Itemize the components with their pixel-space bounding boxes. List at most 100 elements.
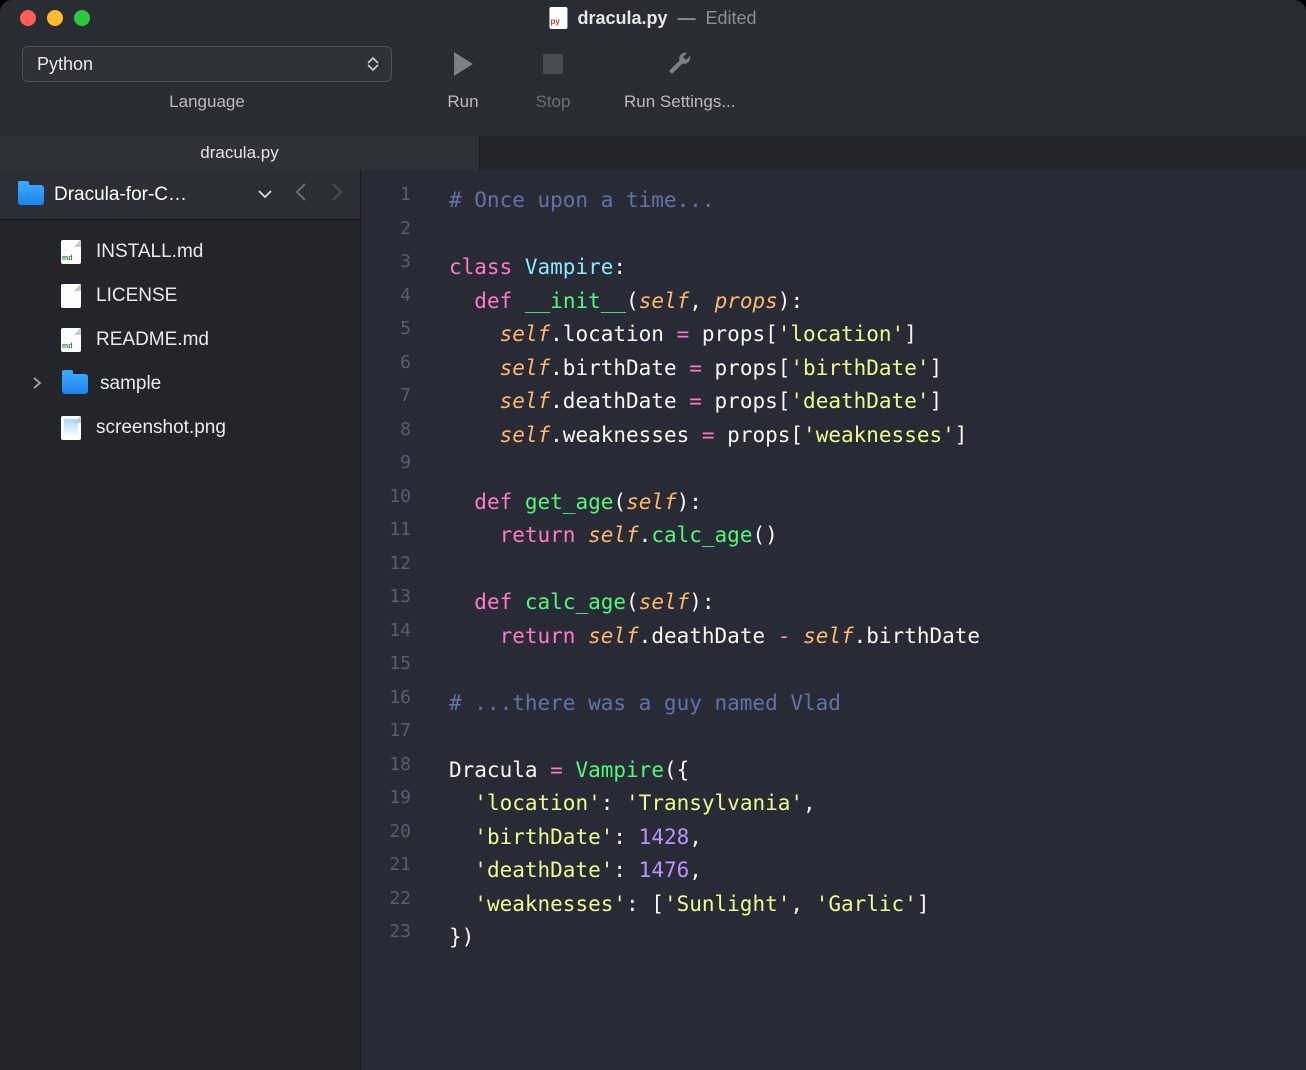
line-number: 14: [361, 620, 427, 654]
tree-file[interactable]: INSTALL.md: [0, 230, 360, 274]
code-line[interactable]: class Vampire:: [449, 251, 1306, 285]
code-line[interactable]: }): [449, 921, 1306, 955]
file-tree: INSTALL.md LICENSE README.md sample screensh…: [0, 220, 360, 460]
tree-item-label: LICENSE: [96, 285, 177, 307]
stop-icon: [541, 52, 565, 76]
stop-button[interactable]: [534, 46, 572, 82]
code-line[interactable]: return self.deathDate - self.birthDate: [449, 620, 1306, 654]
run-settings-group: Run Settings...: [624, 46, 736, 112]
chevron-down-icon[interactable]: [252, 186, 278, 204]
line-number: 15: [361, 653, 427, 687]
line-number: 9: [361, 452, 427, 486]
file-icon: [58, 416, 84, 440]
python-file-icon: [549, 7, 567, 29]
code-line[interactable]: 'location': 'Transylvania',: [449, 787, 1306, 821]
chevron-up-down-icon: [367, 57, 379, 71]
code-line[interactable]: self.deathDate = props['deathDate']: [449, 385, 1306, 419]
language-select[interactable]: Python: [22, 46, 392, 82]
code-line[interactable]: self.location = props['location']: [449, 318, 1306, 352]
tab-dracula-py[interactable]: dracula.py: [0, 136, 480, 170]
code-line[interactable]: Dracula = Vampire({: [449, 754, 1306, 788]
line-number: 12: [361, 553, 427, 587]
tree-folder[interactable]: sample: [0, 362, 360, 406]
file-icon: [58, 284, 84, 308]
code-line[interactable]: [449, 218, 1306, 252]
toolbar: Python Language Run Stop Ru: [0, 36, 1306, 136]
code-line[interactable]: return self.calc_age(): [449, 519, 1306, 553]
window-title-filename: dracula.py: [577, 8, 667, 29]
line-number: 13: [361, 586, 427, 620]
line-number: 20: [361, 821, 427, 855]
line-number: 17: [361, 720, 427, 754]
tree-file[interactable]: LICENSE: [0, 274, 360, 318]
chevron-right-icon[interactable]: [24, 376, 50, 392]
code-line[interactable]: # ...there was a guy named Vlad: [449, 687, 1306, 721]
line-number: 22: [361, 888, 427, 922]
tree-file[interactable]: README.md: [0, 318, 360, 362]
line-number: 19: [361, 787, 427, 821]
code-line[interactable]: def __init__(self, props):: [449, 285, 1306, 319]
line-number: 7: [361, 385, 427, 419]
line-number: 2: [361, 218, 427, 252]
line-number: 16: [361, 687, 427, 721]
traffic-lights: [0, 10, 90, 26]
run-group: Run: [444, 46, 482, 112]
code-line[interactable]: [449, 653, 1306, 687]
run-button[interactable]: [444, 46, 482, 82]
code-line[interactable]: [449, 452, 1306, 486]
file-icon: [58, 328, 84, 352]
language-group: Python Language: [22, 46, 392, 112]
file-icon: [58, 240, 84, 264]
window-title: dracula.py — Edited: [549, 7, 756, 29]
file-sidebar: Dracula-for-C… INSTALL.md LICENSE README.m…: [0, 170, 361, 1070]
code-line[interactable]: def calc_age(self):: [449, 586, 1306, 620]
code-line[interactable]: 'weaknesses': ['Sunlight', 'Garlic']: [449, 888, 1306, 922]
line-number: 5: [361, 318, 427, 352]
body-split: Dracula-for-C… INSTALL.md LICENSE README.m…: [0, 170, 1306, 1070]
line-number: 23: [361, 921, 427, 955]
tab-strip-empty: [480, 136, 1306, 170]
tab-label: dracula.py: [200, 143, 278, 163]
line-number-gutter: 1234567891011121314151617181920212223: [361, 170, 427, 1070]
line-number: 1: [361, 184, 427, 218]
title-bar: dracula.py — Edited: [0, 0, 1306, 36]
line-number: 10: [361, 486, 427, 520]
language-select-value: Python: [37, 54, 93, 75]
line-number: 3: [361, 251, 427, 285]
code-editor[interactable]: 1234567891011121314151617181920212223 # …: [361, 170, 1306, 1070]
tree-item-label: screenshot.png: [96, 417, 226, 439]
code-line[interactable]: # Once upon a time...: [449, 184, 1306, 218]
run-label: Run: [447, 92, 478, 112]
tree-item-label: sample: [100, 373, 161, 395]
code-line[interactable]: 'birthDate': 1428,: [449, 821, 1306, 855]
code-content[interactable]: # Once upon a time... class Vampire: def…: [427, 170, 1306, 1070]
close-window-button[interactable]: [20, 10, 36, 26]
code-line[interactable]: def get_age(self):: [449, 486, 1306, 520]
sidebar-path-header[interactable]: Dracula-for-C…: [0, 170, 360, 220]
code-line[interactable]: self.birthDate = props['birthDate']: [449, 352, 1306, 386]
maximize-window-button[interactable]: [74, 10, 90, 26]
stop-group: Stop: [534, 46, 572, 112]
window-title-state: Edited: [706, 8, 757, 29]
run-settings-label: Run Settings...: [624, 92, 736, 112]
language-label: Language: [169, 92, 245, 112]
run-settings-button[interactable]: [661, 46, 699, 82]
tree-file[interactable]: screenshot.png: [0, 406, 360, 450]
line-number: 8: [361, 419, 427, 453]
tree-item-label: README.md: [96, 329, 209, 351]
nav-forward-button[interactable]: [324, 181, 350, 209]
code-line[interactable]: [449, 553, 1306, 587]
code-line[interactable]: self.weaknesses = props['weaknesses']: [449, 419, 1306, 453]
code-line[interactable]: 'deathDate': 1476,: [449, 854, 1306, 888]
folder-icon: [18, 185, 44, 205]
app-window: dracula.py — Edited Python Language Run: [0, 0, 1306, 1070]
line-number: 21: [361, 854, 427, 888]
minimize-window-button[interactable]: [47, 10, 63, 26]
stop-label: Stop: [536, 92, 571, 112]
nav-back-button[interactable]: [288, 181, 314, 209]
sidebar-root-name: Dracula-for-C…: [54, 184, 242, 206]
line-number: 4: [361, 285, 427, 319]
line-number: 11: [361, 519, 427, 553]
code-line[interactable]: [449, 720, 1306, 754]
tab-strip: dracula.py: [0, 136, 1306, 170]
